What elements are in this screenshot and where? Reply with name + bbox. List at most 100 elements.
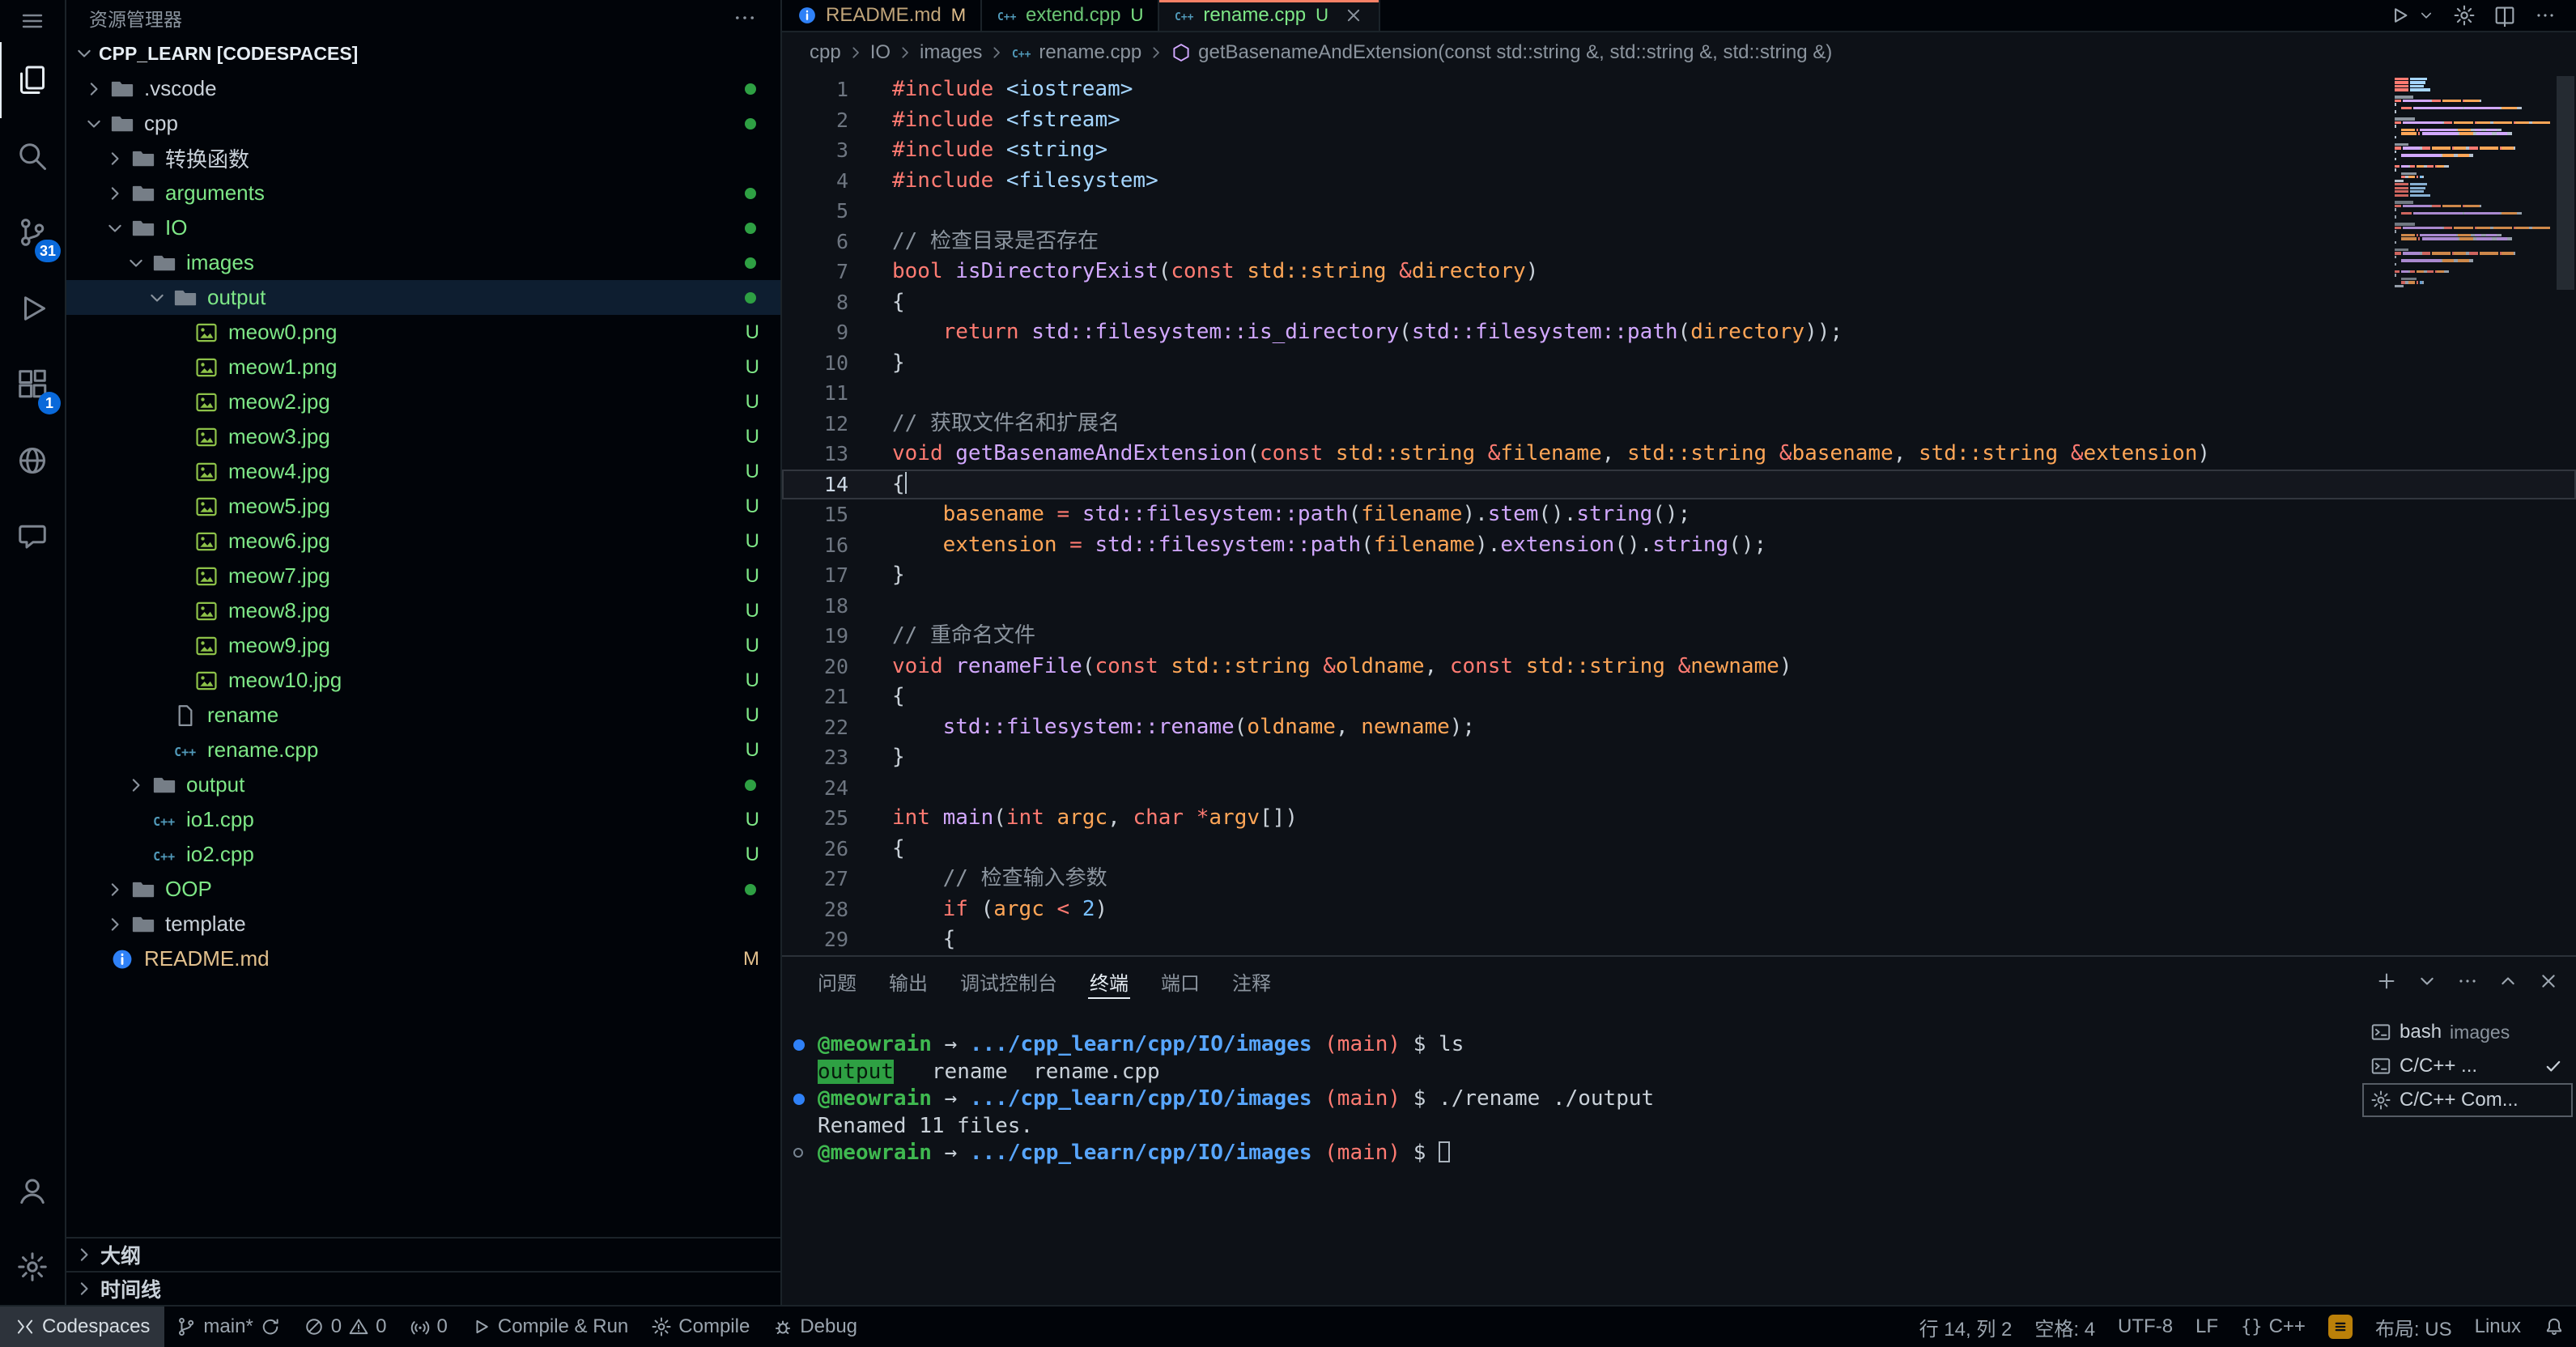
code-line[interactable]: 23} bbox=[782, 742, 2576, 773]
problems-indicator[interactable]: 0 0 bbox=[292, 1307, 398, 1347]
code-line[interactable]: 6// 检查目录是否存在 bbox=[782, 227, 2576, 257]
keyboard-layout[interactable]: 布局: US bbox=[2364, 1307, 2463, 1347]
panel-tab-问题[interactable]: 问题 bbox=[801, 957, 873, 1005]
maximize-panel-icon[interactable] bbox=[2497, 970, 2519, 992]
tree-file-meow2.jpg[interactable]: meow2.jpgU bbox=[66, 385, 780, 419]
activity-item-settings[interactable] bbox=[0, 1229, 66, 1305]
code-line[interactable]: 10} bbox=[782, 348, 2576, 379]
panel-tab-终端[interactable]: 终端 bbox=[1073, 957, 1145, 1005]
code-line[interactable]: 26{ bbox=[782, 834, 2576, 865]
breadcrumb-item-cpp[interactable]: cpp bbox=[810, 41, 841, 64]
ports-indicator[interactable]: 0 bbox=[398, 1307, 459, 1347]
activity-item-comments[interactable] bbox=[0, 499, 66, 575]
tree-file-io2.cpp[interactable]: C++io2.cppU bbox=[66, 837, 780, 872]
tree-file-meow8.jpg[interactable]: meow8.jpgU bbox=[66, 593, 780, 628]
tab-rename.cpp[interactable]: C++rename.cppU bbox=[1159, 0, 1380, 31]
compile-button[interactable]: Compile bbox=[640, 1307, 761, 1347]
activity-item-search[interactable] bbox=[0, 118, 66, 194]
tree-folder-cpp[interactable]: cpp bbox=[66, 106, 780, 141]
tree-folder-io[interactable]: IO bbox=[66, 210, 780, 245]
activity-item-source-control[interactable]: 31 bbox=[0, 194, 66, 270]
debug-button[interactable]: Debug bbox=[761, 1307, 869, 1347]
intellisense-status[interactable] bbox=[2317, 1307, 2364, 1347]
code-line[interactable]: 22 std::filesystem::rename(oldname, newn… bbox=[782, 712, 2576, 743]
breadcrumb-item-io[interactable]: IO bbox=[870, 41, 891, 64]
tree-folder-output[interactable]: output bbox=[66, 280, 780, 315]
command-decoration[interactable] bbox=[793, 1039, 805, 1051]
breadcrumb-item-rename.cpp[interactable]: C++rename.cpp bbox=[1011, 41, 1141, 64]
tree-folder-oop[interactable]: OOP bbox=[66, 872, 780, 907]
panel-tab-端口[interactable]: 端口 bbox=[1145, 957, 1216, 1005]
tree-file-rename.cpp[interactable]: C++rename.cppU bbox=[66, 733, 780, 767]
code-line[interactable]: 15 basename = std::filesystem::path(file… bbox=[782, 499, 2576, 530]
more-actions-icon[interactable] bbox=[2534, 4, 2557, 27]
tree-file-rename[interactable]: renameU bbox=[66, 698, 780, 733]
code-editor[interactable]: 1#include <iostream>2#include <fstream>3… bbox=[782, 73, 2576, 955]
panel-tab-输出[interactable]: 输出 bbox=[873, 957, 944, 1005]
cursor-position[interactable]: 行 14, 列 2 bbox=[1908, 1307, 2024, 1347]
run-button[interactable] bbox=[2388, 4, 2411, 27]
breadcrumb-item-images[interactable]: images bbox=[920, 41, 982, 64]
encoding[interactable]: UTF-8 bbox=[2106, 1307, 2184, 1347]
code-line[interactable]: 25int main(int argc, char *argv[]) bbox=[782, 803, 2576, 834]
code-line[interactable]: 24 bbox=[782, 773, 2576, 804]
tab-readme.md[interactable]: README.mdM bbox=[782, 0, 982, 31]
tree-file-io1.cpp[interactable]: C++io1.cppU bbox=[66, 802, 780, 837]
timeline-section[interactable]: 时间线 bbox=[66, 1271, 780, 1305]
tree-file-meow0.png[interactable]: meow0.pngU bbox=[66, 315, 780, 350]
outline-section[interactable]: 大纲 bbox=[66, 1237, 780, 1271]
code-line[interactable]: 16 extension = std::filesystem::path(fil… bbox=[782, 530, 2576, 561]
close-icon[interactable] bbox=[1343, 5, 1364, 26]
code-line[interactable]: 18 bbox=[782, 591, 2576, 622]
terminal-profile-dropdown-icon[interactable] bbox=[2416, 970, 2438, 992]
command-decoration[interactable] bbox=[793, 1148, 803, 1158]
code-line[interactable]: 2#include <fstream> bbox=[782, 105, 2576, 136]
compile-run-button[interactable]: Compile & Run bbox=[459, 1307, 640, 1347]
activity-item-menu[interactable] bbox=[0, 0, 66, 42]
scrollbar-thumb[interactable] bbox=[2557, 76, 2574, 290]
tree-folder-转换函数[interactable]: 转换函数 bbox=[66, 141, 780, 176]
activity-item-account[interactable] bbox=[0, 1153, 66, 1229]
tree-file-meow1.png[interactable]: meow1.pngU bbox=[66, 350, 780, 385]
code-line[interactable]: 5 bbox=[782, 196, 2576, 227]
code-line[interactable]: 1#include <iostream> bbox=[782, 74, 2576, 105]
close-panel-icon[interactable] bbox=[2537, 970, 2560, 992]
eol[interactable]: LF bbox=[2184, 1307, 2230, 1347]
workspace-section-header[interactable]: CPP_LEARN [CODESPACES] bbox=[66, 36, 780, 71]
tree-file-meow4.jpg[interactable]: meow4.jpgU bbox=[66, 454, 780, 489]
terminal-list-item-bash[interactable]: bashimages bbox=[2362, 1015, 2573, 1049]
tree-folder-arguments[interactable]: arguments bbox=[66, 176, 780, 210]
command-decoration[interactable] bbox=[793, 1094, 805, 1105]
split-editor-icon[interactable] bbox=[2493, 4, 2516, 27]
code-line[interactable]: 7bool isDirectoryExist(const std::string… bbox=[782, 257, 2576, 287]
code-line[interactable]: 8{ bbox=[782, 287, 2576, 318]
code-line[interactable]: 29 { bbox=[782, 924, 2576, 955]
terminal-list-item-c-c++-...[interactable]: C/C++ ... bbox=[2362, 1049, 2573, 1083]
code-line[interactable]: 27 // 检查输入参数 bbox=[782, 864, 2576, 894]
activity-item-extensions[interactable]: 1 bbox=[0, 346, 66, 423]
panel-more-icon[interactable] bbox=[2456, 970, 2479, 992]
tree-file-meow7.jpg[interactable]: meow7.jpgU bbox=[66, 559, 780, 593]
editor-scrollbar[interactable] bbox=[2555, 73, 2576, 955]
tab-extend.cpp[interactable]: C++extend.cppU bbox=[982, 0, 1159, 31]
code-line[interactable]: 4#include <filesystem> bbox=[782, 166, 2576, 197]
activity-item-explorer[interactable] bbox=[0, 42, 66, 118]
code-line[interactable]: 20void renameFile(const std::string &old… bbox=[782, 652, 2576, 682]
minimap[interactable] bbox=[2395, 78, 2550, 288]
indentation[interactable]: 空格: 4 bbox=[2023, 1307, 2106, 1347]
code-line[interactable]: 9 return std::filesystem::is_directory(s… bbox=[782, 317, 2576, 348]
code-line[interactable]: 14{ bbox=[782, 470, 2576, 500]
activity-item-run-debug[interactable] bbox=[0, 270, 66, 346]
code-line[interactable]: 11 bbox=[782, 378, 2576, 409]
tree-folder-images[interactable]: images bbox=[66, 245, 780, 280]
os-indicator[interactable]: Linux bbox=[2463, 1307, 2532, 1347]
code-line[interactable]: 19// 重命名文件 bbox=[782, 621, 2576, 652]
tree-file-meow6.jpg[interactable]: meow6.jpgU bbox=[66, 524, 780, 559]
run-dropdown-icon[interactable] bbox=[2417, 6, 2435, 24]
sidebar-more-icon[interactable] bbox=[732, 5, 758, 31]
notifications[interactable] bbox=[2532, 1307, 2576, 1347]
code-line[interactable]: 3#include <string> bbox=[782, 135, 2576, 166]
tree-file-meow10.jpg[interactable]: meow10.jpgU bbox=[66, 663, 780, 698]
code-line[interactable]: 13void getBasenameAndExtension(const std… bbox=[782, 439, 2576, 470]
tree-file-meow5.jpg[interactable]: meow5.jpgU bbox=[66, 489, 780, 524]
